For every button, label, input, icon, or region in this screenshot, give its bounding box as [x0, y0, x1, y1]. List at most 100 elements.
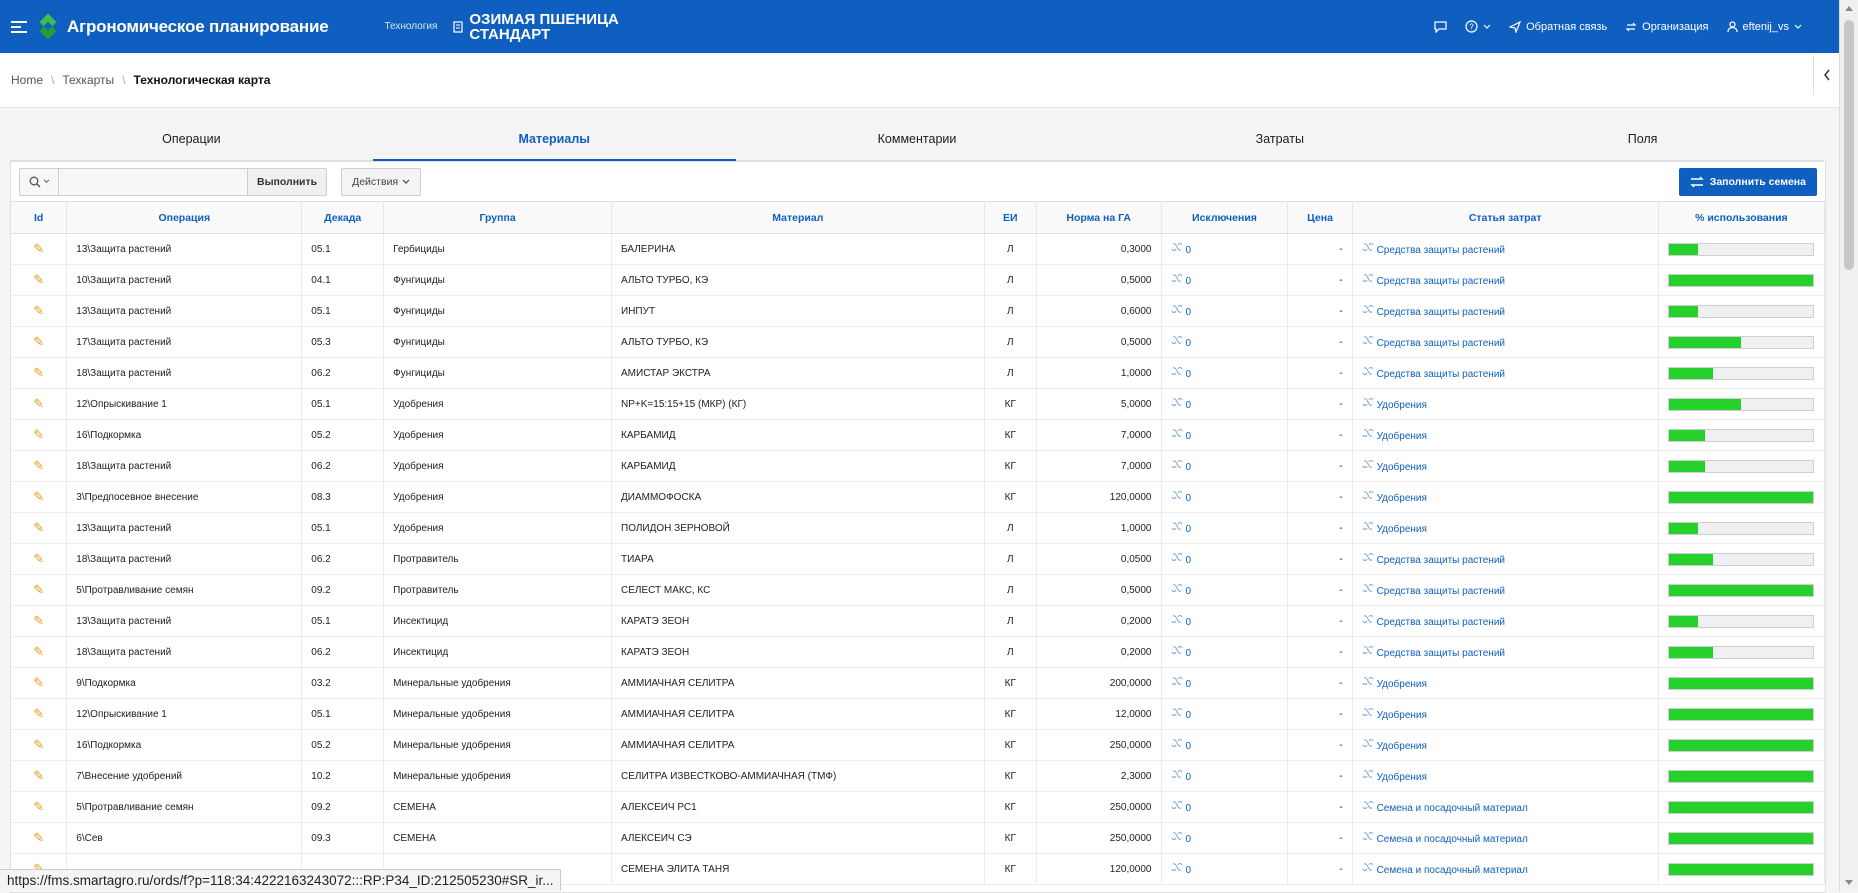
page-scrollbar[interactable]	[1839, 0, 1858, 891]
column-header-cost-item[interactable]: Статья затрат	[1352, 201, 1659, 234]
edit-pencil-icon[interactable]: ✎	[33, 334, 44, 349]
exclusions-link[interactable]: 0	[1171, 832, 1191, 845]
tab-comments[interactable]: Комментарии	[736, 122, 1099, 160]
edit-pencil-icon[interactable]: ✎	[33, 644, 44, 659]
column-header-price[interactable]: Цена	[1287, 201, 1353, 234]
organization-link[interactable]: Организация	[1625, 21, 1709, 33]
scrollbar-thumb[interactable]	[1844, 20, 1854, 270]
exclusions-link[interactable]: 0	[1171, 646, 1191, 659]
column-header-id[interactable]: Id	[11, 201, 68, 234]
column-header-operation[interactable]: Операция	[66, 201, 303, 234]
help-menu[interactable]: ?	[1465, 20, 1491, 33]
edit-pencil-icon[interactable]: ✎	[33, 582, 44, 597]
cost-item-link[interactable]: Удобрения	[1362, 739, 1427, 752]
edit-pencil-icon[interactable]: ✎	[33, 706, 44, 721]
exclusions-link[interactable]: 0	[1171, 460, 1191, 473]
edit-pencil-icon[interactable]: ✎	[33, 520, 44, 535]
column-header-usage[interactable]: % использования	[1658, 201, 1826, 234]
cost-item-link[interactable]: Средства защиты растений	[1362, 615, 1505, 628]
fill-seeds-button[interactable]: Заполнить семена	[1678, 168, 1817, 196]
cost-item-link[interactable]: Семена и посадочный материал	[1362, 863, 1528, 876]
tab-costs[interactable]: Затраты	[1098, 122, 1461, 160]
edit-pencil-icon[interactable]: ✎	[33, 272, 44, 287]
cost-item-link[interactable]: Удобрения	[1362, 522, 1427, 535]
edit-pencil-icon[interactable]: ✎	[33, 241, 44, 256]
app-title[interactable]: Агрономическое планирование	[67, 17, 329, 37]
exclusions-link[interactable]: 0	[1171, 863, 1191, 876]
cost-item-link[interactable]: Удобрения	[1362, 677, 1427, 690]
scroll-down-arrow-icon[interactable]	[1845, 880, 1853, 885]
cost-item-link[interactable]: Удобрения	[1362, 429, 1427, 442]
user-menu[interactable]: eftenij_vs	[1726, 21, 1802, 33]
cost-item-link[interactable]: Средства защиты растений	[1362, 646, 1505, 659]
exclusions-link[interactable]: 0	[1171, 677, 1191, 690]
cost-item-link[interactable]: Семена и посадочный материал	[1362, 832, 1528, 845]
exclusions-link[interactable]: 0	[1171, 615, 1191, 628]
exclusions-link[interactable]: 0	[1171, 553, 1191, 566]
cost-item-label: Средства защиты растений	[1376, 617, 1505, 628]
cost-item-link[interactable]: Средства защиты растений	[1362, 553, 1505, 566]
exclusions-link[interactable]: 0	[1171, 367, 1191, 380]
cost-item-link[interactable]: Семена и посадочный материал	[1362, 801, 1528, 814]
exclusions-link[interactable]: 0	[1171, 243, 1191, 256]
tab-materials[interactable]: Материалы	[372, 122, 736, 161]
exclusions-link[interactable]: 0	[1171, 801, 1191, 814]
go-button[interactable]: Выполнить	[247, 168, 327, 195]
edit-pencil-icon[interactable]: ✎	[33, 799, 44, 814]
cost-item-link[interactable]: Удобрения	[1362, 460, 1427, 473]
tab-operations[interactable]: Операции	[10, 122, 373, 160]
edit-pencil-icon[interactable]: ✎	[33, 613, 44, 628]
edit-pencil-icon[interactable]: ✎	[33, 365, 44, 380]
column-header-material[interactable]: Материал	[611, 201, 985, 234]
collapse-panel-button[interactable]	[1813, 55, 1840, 95]
edit-pencil-icon[interactable]: ✎	[33, 303, 44, 318]
cost-item-link[interactable]: Удобрения	[1362, 398, 1427, 411]
breadcrumb-techcards[interactable]: Техкарты	[62, 73, 114, 87]
edit-pencil-icon[interactable]: ✎	[33, 427, 44, 442]
exclusions-link[interactable]: 0	[1171, 739, 1191, 752]
scroll-up-arrow-icon[interactable]	[1845, 6, 1853, 11]
app-logo-icon[interactable]	[35, 13, 61, 40]
exclusions-link[interactable]: 0	[1171, 770, 1191, 783]
exclusions-link[interactable]: 0	[1171, 429, 1191, 442]
exclusions-link[interactable]: 0	[1171, 274, 1191, 287]
cost-item-link[interactable]: Средства защиты растений	[1362, 336, 1505, 349]
section-label[interactable]: Технология	[384, 21, 437, 32]
chat-icon[interactable]	[1434, 20, 1447, 33]
cost-item-link[interactable]: Средства защиты растений	[1362, 274, 1505, 287]
breadcrumb-home[interactable]: Home	[11, 73, 43, 87]
edit-pencil-icon[interactable]: ✎	[33, 489, 44, 504]
edit-pencil-icon[interactable]: ✎	[33, 830, 44, 845]
search-column-button[interactable]	[20, 168, 59, 195]
column-header-decade[interactable]: Декада	[301, 201, 385, 234]
cost-item-link[interactable]: Средства защиты растений	[1362, 584, 1505, 597]
column-header-exclusions[interactable]: Исключения	[1161, 201, 1289, 234]
edit-pencil-icon[interactable]: ✎	[33, 396, 44, 411]
exclusions-link[interactable]: 0	[1171, 491, 1191, 504]
edit-pencil-icon[interactable]: ✎	[33, 675, 44, 690]
exclusions-link[interactable]: 0	[1171, 336, 1191, 349]
column-header-group[interactable]: Группа	[383, 201, 613, 234]
cost-item-link[interactable]: Удобрения	[1362, 770, 1427, 783]
exclusions-link[interactable]: 0	[1171, 398, 1191, 411]
column-header-norm[interactable]: Норма на ГА	[1036, 201, 1162, 234]
edit-pencil-icon[interactable]: ✎	[33, 737, 44, 752]
exclusions-link[interactable]: 0	[1171, 708, 1191, 721]
cost-item-link[interactable]: Удобрения	[1362, 708, 1427, 721]
actions-menu-button[interactable]: Действия	[341, 167, 422, 196]
exclusions-link[interactable]: 0	[1171, 305, 1191, 318]
search-input[interactable]	[59, 169, 247, 194]
exclusions-link[interactable]: 0	[1171, 584, 1191, 597]
tab-fields[interactable]: Поля	[1461, 122, 1824, 160]
edit-pencil-icon[interactable]: ✎	[33, 768, 44, 783]
exclusions-link[interactable]: 0	[1171, 522, 1191, 535]
edit-pencil-icon[interactable]: ✎	[33, 551, 44, 566]
cost-item-link[interactable]: Средства защиты растений	[1362, 243, 1505, 256]
feedback-link[interactable]: Обратная связь	[1509, 20, 1607, 33]
cost-item-link[interactable]: Средства защиты растений	[1362, 367, 1505, 380]
menu-icon[interactable]	[11, 20, 27, 33]
edit-pencil-icon[interactable]: ✎	[33, 458, 44, 473]
cost-item-link[interactable]: Удобрения	[1362, 491, 1427, 504]
column-header-unit[interactable]: ЕИ	[984, 201, 1037, 234]
cost-item-link[interactable]: Средства защиты растений	[1362, 305, 1505, 318]
